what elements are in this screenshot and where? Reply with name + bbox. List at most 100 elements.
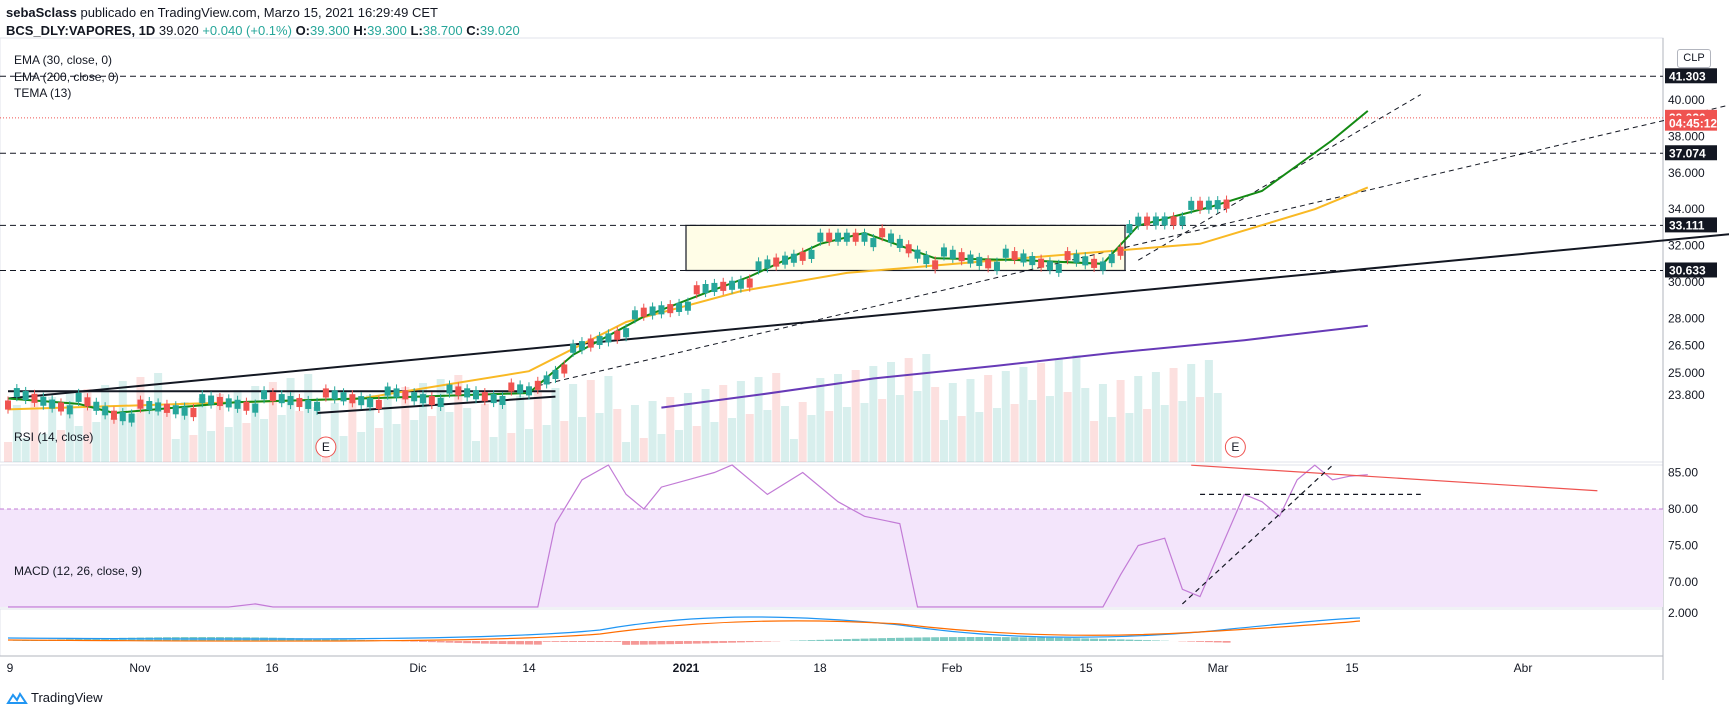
macd-bar: [860, 638, 869, 641]
price-tick-label: 32.000: [1668, 239, 1705, 253]
volume-bar: [763, 410, 772, 462]
legend-rsi[interactable]: RSI (14, close): [14, 430, 93, 444]
candle-body: [976, 256, 983, 266]
candle-body: [658, 305, 665, 315]
price-tag-label: 30.633: [1669, 263, 1706, 277]
legend-ema200[interactable]: EMA (200, close, 0): [14, 70, 119, 84]
candle-body: [393, 388, 400, 398]
volume-bar: [895, 395, 904, 462]
volume-bar: [913, 391, 922, 462]
volume-bar: [1063, 392, 1072, 462]
candle-body: [314, 401, 321, 411]
last-price: 39.020: [158, 23, 199, 38]
macd-tick-label: 2.000: [1668, 606, 1698, 620]
author-name[interactable]: sebaSclass: [6, 5, 77, 20]
volume-bar: [789, 439, 798, 462]
tradingview-logo[interactable]: TradingView: [6, 690, 103, 705]
time-tick-label: Abr: [1514, 661, 1533, 675]
time-tick-label: 18: [813, 661, 827, 675]
candle-body: [252, 403, 259, 413]
candle-body: [773, 257, 780, 267]
macd-bar: [922, 637, 931, 641]
candle-body: [269, 392, 276, 402]
candle-body: [949, 249, 956, 259]
volume-bar: [224, 427, 233, 462]
candle-body: [278, 394, 285, 404]
candle-body: [137, 399, 144, 409]
macd-bar: [480, 641, 489, 644]
volume-bar: [851, 370, 860, 462]
rsi-tick-label: 70.00: [1668, 575, 1698, 589]
candle-body: [428, 395, 435, 406]
time-tick-label: 16: [265, 661, 279, 675]
price-tag-label: 04:45:12: [1669, 117, 1717, 131]
candle-body: [437, 397, 444, 407]
legend-ema30[interactable]: EMA (30, close, 0): [14, 53, 112, 67]
macd-bar: [648, 641, 657, 645]
macd-bar: [895, 637, 904, 641]
time-tick-label: Dic: [409, 661, 426, 675]
candle-body: [5, 400, 11, 410]
candle-body: [914, 249, 921, 259]
candle-body: [755, 261, 762, 271]
candle-body: [190, 408, 197, 418]
candle-body: [375, 399, 382, 410]
macd-bar: [454, 641, 463, 643]
candle-body: [1055, 263, 1062, 273]
volume-bar: [516, 396, 525, 462]
volume-bar: [657, 434, 666, 462]
earnings-label: E: [1231, 440, 1239, 454]
macd-bar: [683, 641, 692, 644]
candle-body: [49, 399, 56, 409]
volume-bar: [922, 354, 931, 462]
volume-bar: [471, 441, 480, 462]
volume-bar: [878, 399, 887, 462]
candle-body: [358, 396, 365, 406]
candle-body: [261, 390, 268, 400]
candle-body: [31, 393, 38, 403]
volume-bar: [648, 401, 657, 462]
rsi-tick-label: 80.00: [1668, 502, 1698, 516]
macd-bar: [1204, 641, 1213, 643]
symbol-name[interactable]: BCS_DLY:VAPORES, 1D: [6, 23, 155, 38]
macd-bar: [1072, 638, 1081, 641]
candle-body: [905, 244, 912, 254]
candle-body: [587, 338, 594, 348]
legend-tema[interactable]: TEMA (13): [14, 86, 71, 100]
open-key: O:: [295, 23, 311, 38]
macd-bar: [1098, 638, 1107, 641]
volume-bar: [736, 381, 745, 462]
volume-bar: [992, 408, 1001, 462]
candle-body: [119, 412, 126, 422]
candle-body: [578, 341, 585, 351]
macd-bar: [719, 641, 728, 643]
candle-body: [216, 396, 223, 407]
candle-body: [340, 392, 347, 402]
currency-label[interactable]: CLP: [1677, 49, 1711, 68]
macd-bar: [692, 641, 701, 644]
chart-canvas[interactable]: E E40.00038.00036.00034.00032.00030.00028…: [0, 0, 1729, 718]
candle-body: [1197, 200, 1204, 210]
macd-bar: [948, 637, 957, 641]
price-tag-label: 33.111: [1669, 218, 1705, 232]
volume-bar: [595, 413, 604, 462]
candle-body: [181, 406, 188, 416]
macd-bar: [701, 641, 710, 644]
volume-bar: [1213, 393, 1222, 462]
macd-bar: [763, 641, 772, 642]
time-tick-label: 15: [1079, 661, 1093, 675]
macd-bar: [471, 641, 480, 644]
candle-body: [1188, 200, 1195, 210]
legend-macd[interactable]: MACD (12, 26, close, 9): [14, 564, 142, 578]
macd-bar: [1010, 637, 1019, 641]
macd-bar: [851, 638, 860, 641]
volume-bar: [622, 442, 631, 462]
macd-bar: [931, 637, 940, 641]
candle-body: [110, 410, 117, 420]
macd-bar: [524, 641, 533, 645]
high-value: 39.300: [367, 23, 407, 38]
macd-bar: [816, 639, 825, 641]
candle-body: [993, 261, 1000, 271]
candle-body: [1020, 253, 1027, 263]
candle-body: [1038, 258, 1045, 268]
